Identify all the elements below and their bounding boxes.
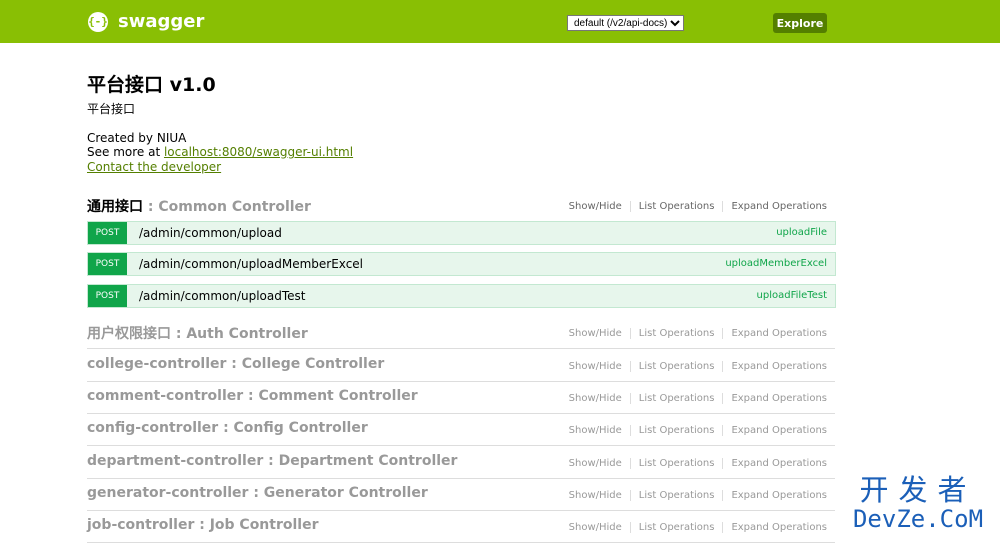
resource-heading-cn: 用户权限接口 — [87, 326, 171, 342]
contact-developer-link[interactable]: Contact the developer — [87, 160, 221, 174]
endpoint-path[interactable]: /admin/common/uploadTest — [139, 289, 306, 303]
show-hide-link[interactable]: Show/Hide — [569, 393, 630, 404]
resource-heading-name: comment-controller : Comment Controller — [87, 388, 418, 404]
list-operations-link[interactable]: List Operations — [629, 522, 723, 533]
resource-ops: Show/Hide List Operations Expand Operation… — [569, 328, 827, 339]
resource-ops: Show/Hide List Operations Expand Operation… — [569, 490, 827, 501]
resource-ops: Show/Hide List Operations Expand Operation… — [569, 393, 827, 404]
list-operations-link[interactable]: List Operations — [629, 425, 723, 436]
explore-button[interactable]: Explore — [773, 13, 827, 33]
expand-operations-link[interactable]: Expand Operations — [722, 328, 827, 339]
resource-group: comment-controller : Comment Controller S… — [87, 381, 835, 414]
api-title: 平台接口 v1.0 — [87, 74, 216, 96]
resource-heading[interactable]: college-controller : College Controller — [87, 356, 384, 372]
resource-heading[interactable]: department-controller : Department Contr… — [87, 453, 457, 469]
created-by: Created by NIUA — [87, 131, 187, 145]
endpoint-row[interactable]: POST/admin/common/upload uploadFile — [87, 221, 836, 245]
resource-heading-name: config-controller : Config Controller — [87, 420, 368, 436]
watermark-en: DevZe.CoM — [852, 505, 984, 533]
see-more-link[interactable]: localhost:8080/swagger-ui.html — [164, 145, 353, 159]
resource-ops: Show/Hide List Operations Expand Operation… — [569, 458, 827, 469]
resource-heading[interactable]: comment-controller : Comment Controller — [87, 388, 418, 404]
resource-group: department-controller : Department Contr… — [87, 446, 835, 479]
expand-operations-link[interactable]: Expand Operations — [722, 201, 827, 212]
resource-heading-name: : Auth Controller — [171, 326, 308, 342]
show-hide-link[interactable]: Show/Hide — [569, 458, 630, 469]
list-operations-link[interactable]: List Operations — [629, 490, 723, 501]
api-spec-select[interactable]: default (/v2/api-docs) — [567, 15, 684, 31]
resource-ops: Show/Hide List Operations Expand Operation… — [569, 201, 827, 212]
expand-operations-link[interactable]: Expand Operations — [722, 361, 827, 372]
resource-heading[interactable]: generator-controller : Generator Control… — [87, 485, 428, 501]
list-operations-link[interactable]: List Operations — [629, 201, 723, 212]
resource-heading[interactable]: 用户权限接口 : Auth Controller — [87, 323, 308, 343]
resource-heading-name: generator-controller : Generator Control… — [87, 485, 428, 501]
resource-heading[interactable]: config-controller : Config Controller — [87, 420, 368, 436]
watermark-cn: 开发者 — [859, 473, 977, 507]
list-operations-link[interactable]: List Operations — [629, 361, 723, 372]
expand-operations-link[interactable]: Expand Operations — [722, 458, 827, 469]
resource-heading-name: college-controller : College Controller — [87, 356, 385, 372]
top-bar: {-} swagger default (/v2/api-docs) Explo… — [0, 0, 1000, 43]
http-method-badge[interactable]: POST — [88, 285, 127, 307]
endpoint-nickname[interactable]: uploadMemberExcel — [725, 258, 827, 269]
resource-group: generator-controller : Generator Control… — [87, 478, 835, 511]
watermark-logo: 开发者 DevZe.CoM — [843, 474, 993, 532]
endpoint-path[interactable]: /admin/common/upload — [139, 226, 282, 240]
resource-heading-name: : Common Controller — [143, 199, 311, 215]
expand-operations-link[interactable]: Expand Operations — [722, 490, 827, 501]
endpoint-row[interactable]: POST/admin/common/uploadTest uploadFileTe… — [87, 284, 836, 308]
list-operations-link[interactable]: List Operations — [629, 458, 723, 469]
show-hide-link[interactable]: Show/Hide — [569, 522, 630, 533]
show-hide-link[interactable]: Show/Hide — [569, 328, 630, 339]
resource-heading-cn: 通用接口 — [87, 199, 143, 215]
expand-operations-link[interactable]: Expand Operations — [722, 522, 827, 533]
endpoint-nickname[interactable]: uploadFileTest — [757, 290, 827, 301]
see-more-prefix: See more at — [87, 145, 164, 159]
show-hide-link[interactable]: Show/Hide — [569, 201, 630, 212]
show-hide-link[interactable]: Show/Hide — [569, 361, 630, 372]
resource-group: 通用接口 : Common Controller Show/Hide List Op… — [87, 189, 835, 222]
see-more: See more at localhost:8080/swagger-ui.ht… — [87, 145, 353, 159]
api-description: 平台接口 — [87, 102, 136, 116]
show-hide-link[interactable]: Show/Hide — [569, 490, 630, 501]
resource-ops: Show/Hide List Operations Expand Operation… — [569, 425, 827, 436]
http-method-badge[interactable]: POST — [88, 222, 127, 244]
resource-ops: Show/Hide List Operations Expand Operation… — [569, 361, 827, 372]
show-hide-link[interactable]: Show/Hide — [569, 425, 630, 436]
resource-heading-name: job-controller : Job Controller — [87, 517, 319, 533]
resource-group: config-controller : Config Controller Sho… — [87, 413, 835, 446]
resource-heading[interactable]: job-controller : Job Controller — [87, 517, 319, 533]
resource-group: college-controller : College Controller S… — [87, 349, 835, 382]
endpoint-row[interactable]: POST/admin/common/uploadMemberExcel uploa… — [87, 252, 836, 276]
resource-group: job-controller : Job Controller Show/Hide… — [87, 510, 835, 543]
swagger-logo[interactable]: {-} swagger — [88, 11, 204, 32]
resource-heading[interactable]: 通用接口 : Common Controller — [87, 196, 311, 216]
expand-operations-link[interactable]: Expand Operations — [722, 393, 827, 404]
http-method-badge[interactable]: POST — [88, 253, 127, 275]
list-operations-link[interactable]: List Operations — [629, 393, 723, 404]
resource-group: 用户权限接口 : Auth Controller Show/Hide List Op… — [87, 316, 835, 349]
resource-heading-name: department-controller : Department Contr… — [87, 453, 458, 469]
list-operations-link[interactable]: List Operations — [629, 328, 723, 339]
api-info: Created by NIUA See more at localhost:80… — [87, 131, 353, 174]
expand-operations-link[interactable]: Expand Operations — [722, 425, 827, 436]
swagger-logo-icon: {-} — [88, 11, 108, 32]
endpoint-nickname[interactable]: uploadFile — [776, 227, 827, 238]
endpoint-path[interactable]: /admin/common/uploadMemberExcel — [139, 257, 363, 271]
swagger-logo-text: swagger — [118, 11, 205, 32]
resource-ops: Show/Hide List Operations Expand Operation… — [569, 522, 827, 533]
